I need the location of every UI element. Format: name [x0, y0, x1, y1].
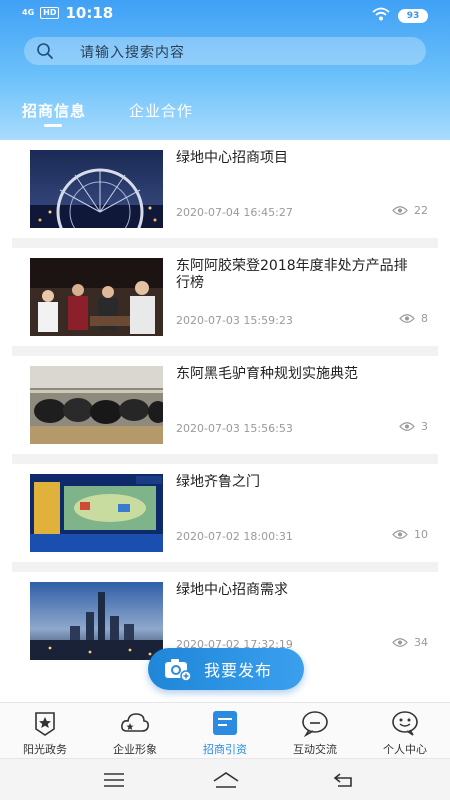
separator: [12, 562, 438, 572]
chat-bubble-icon: [302, 711, 328, 737]
view-count: 3: [399, 420, 428, 433]
tab-investment-info[interactable]: 招商信息: [22, 100, 86, 121]
camera-icon: [165, 659, 192, 681]
article-date: 2020-07-03 15:56:53: [176, 422, 293, 435]
view-count: 34: [392, 636, 428, 649]
article-title[interactable]: 东阿阿胶荣登2018年度非处方产品排行榜: [176, 258, 421, 292]
hd-badge: HD: [40, 7, 60, 19]
list-item[interactable]: 绿地齐鲁之门 2020-07-02 18:00:31 10: [0, 464, 450, 562]
view-count-value: 10: [414, 528, 428, 541]
system-nav-bar: [0, 758, 450, 800]
nav-item-enterprise-image[interactable]: 企业形象: [90, 703, 180, 758]
list-item[interactable]: 东阿阿胶荣登2018年度非处方产品排行榜 2020-07-03 15:59:23…: [0, 248, 450, 346]
status-bar: 4G HD 10:18 93: [0, 0, 450, 28]
article-date: 2020-07-02 18:00:31: [176, 530, 293, 543]
battery-indicator: 93: [398, 8, 428, 23]
clock: 10:18: [65, 4, 114, 22]
star-badge-icon: [35, 712, 55, 736]
nav-item-profile[interactable]: 个人中心: [360, 703, 450, 758]
eye-icon: [392, 638, 408, 647]
network-indicator: 4G: [22, 8, 35, 17]
separator: [12, 346, 438, 356]
people-event-image: [30, 258, 163, 336]
article-title[interactable]: 绿地齐鲁之门: [176, 474, 421, 491]
eye-icon: [399, 314, 415, 323]
nav-item-investment[interactable]: 招商引资: [180, 703, 270, 758]
view-count-value: 34: [414, 636, 428, 649]
active-tab-indicator: [44, 124, 62, 127]
article-date: 2020-07-04 16:45:27: [176, 206, 293, 219]
nav-label: 互动交流: [293, 743, 337, 756]
ferris-wheel-night-image: [30, 150, 163, 228]
view-count-value: 3: [421, 420, 428, 433]
article-title[interactable]: 绿地中心招商项目: [176, 150, 421, 167]
tab-enterprise-cooperation[interactable]: 企业合作: [129, 100, 193, 121]
home-icon[interactable]: [212, 771, 240, 789]
menu-icon[interactable]: [102, 771, 126, 789]
publish-button-label: 我要发布: [204, 661, 273, 680]
eye-icon: [392, 206, 408, 215]
smile-bubble-icon: [392, 711, 418, 736]
bottom-nav: 阳光政务 企业形象 招商引资 互动交流 个人中心: [0, 702, 450, 758]
stage-presentation-image: [30, 474, 163, 552]
nav-label: 企业形象: [113, 743, 157, 756]
separator: [12, 454, 438, 464]
view-count: 22: [392, 204, 428, 217]
view-count: 8: [399, 312, 428, 325]
wifi-icon: [372, 6, 390, 25]
search-bar[interactable]: 请输入搜索内容: [24, 37, 426, 65]
nav-item-government[interactable]: 阳光政务: [0, 703, 90, 758]
view-count-value: 8: [421, 312, 428, 325]
status-right: 93: [372, 6, 428, 25]
search-icon: [36, 42, 54, 64]
city-skyline-image: [30, 582, 163, 660]
document-icon: [213, 711, 237, 735]
nav-label: 阳光政务: [23, 743, 67, 756]
cloud-star-icon: [121, 713, 149, 732]
article-title[interactable]: 绿地中心招商需求: [176, 582, 421, 599]
list-item[interactable]: 绿地中心招商项目 2020-07-04 16:45:27 22: [0, 140, 450, 238]
donkey-farm-image: [30, 366, 163, 444]
search-input[interactable]: 请输入搜索内容: [80, 42, 185, 62]
nav-label: 个人中心: [383, 743, 427, 756]
status-left: 4G HD 10:18: [22, 4, 113, 22]
eye-icon: [399, 422, 415, 431]
view-count: 10: [392, 528, 428, 541]
header: 4G HD 10:18 93 请输入搜索内容 招商信息 企业合作: [0, 0, 450, 140]
publish-button[interactable]: 我要发布: [148, 648, 304, 690]
article-date: 2020-07-03 15:59:23: [176, 314, 293, 327]
separator: [12, 238, 438, 248]
nav-item-interaction[interactable]: 互动交流: [270, 703, 360, 758]
nav-label: 招商引资: [203, 743, 247, 756]
article-title[interactable]: 东阿黑毛驴育种规划实施典范: [176, 366, 421, 383]
list-item[interactable]: 东阿黑毛驴育种规划实施典范 2020-07-03 15:56:53 3: [0, 356, 450, 454]
eye-icon: [392, 530, 408, 539]
back-icon[interactable]: [332, 771, 356, 789]
view-count-value: 22: [414, 204, 428, 217]
